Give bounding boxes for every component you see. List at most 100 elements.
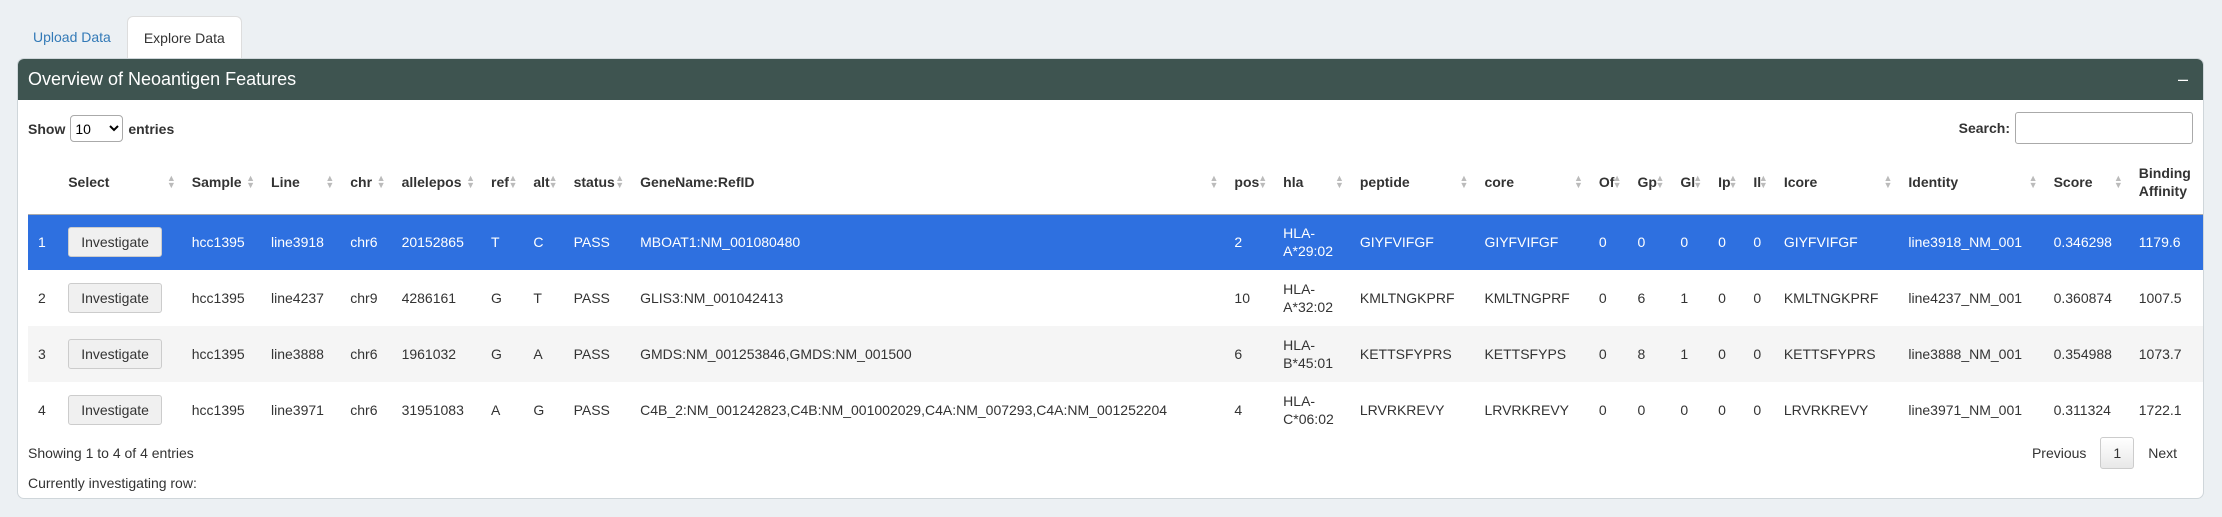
column-header-label: ref (491, 174, 509, 191)
previous-page-button[interactable]: Previous (2018, 437, 2100, 469)
cell-identity: line3888_NM_001 (1898, 326, 2044, 382)
cell-chr: chr6 (340, 382, 392, 438)
cell-alt: C (523, 214, 564, 270)
investigate-button[interactable]: Investigate (68, 227, 162, 258)
investigate-button[interactable]: Investigate (68, 395, 162, 425)
column-header-label: Line (271, 174, 300, 191)
entries-select[interactable]: 10 (70, 115, 124, 142)
column-header-label: Identity (1908, 174, 1959, 191)
tab-explore-data[interactable]: Explore Data (126, 16, 242, 58)
cell-icore: LRVRKREVY (1773, 382, 1899, 438)
column-header-6[interactable]: ref ▲ ▼ (481, 151, 524, 215)
column-header-7[interactable]: alt ▲ ▼ (523, 151, 564, 215)
cell-status: PASS (563, 214, 631, 270)
cell-of: 0 (1588, 270, 1628, 326)
table-row[interactable]: 4 Investigate hcc1395 line3971 chr6 31951083 A… (28, 382, 2203, 438)
tab-upload-data[interactable]: Upload Data (17, 16, 127, 58)
column-header-10[interactable]: pos ▲ ▼ (1224, 151, 1274, 215)
cell-ba: 1073.7 (2128, 326, 2203, 382)
cell-core: KETTSFYPS (1474, 326, 1589, 382)
cell-peptide: GIYFVIFGF (1349, 214, 1475, 270)
column-header-label: Gp (1637, 174, 1657, 191)
cell-gp: 8 (1627, 326, 1671, 382)
column-header-13[interactable]: core ▲ ▼ (1474, 151, 1589, 215)
cell-line: line3888 (261, 326, 341, 382)
cell-ba: 1007.5 (2128, 270, 2203, 326)
sort-icon: ▲ ▼ (1612, 173, 1622, 191)
column-header-20[interactable]: Identity ▲ ▼ (1898, 151, 2044, 215)
cell-score: 0.311324 (2043, 382, 2129, 438)
column-header-label: Score (2053, 174, 2093, 191)
table-body: 1 Investigate hcc1395 line3918 chr6 20152865 T… (28, 214, 2203, 438)
cell-ref: T (481, 214, 524, 270)
column-header-14[interactable]: Of ▲ ▼ (1588, 151, 1628, 215)
column-header-3[interactable]: Line ▲ ▼ (261, 151, 341, 215)
column-header-label: status (573, 174, 615, 191)
column-header-2[interactable]: Sample ▲ ▼ (181, 151, 262, 215)
cell-il: 0 (1743, 214, 1774, 270)
cell-gp: 0 (1627, 382, 1671, 438)
table-row[interactable]: 3 Investigate hcc1395 line3888 chr6 1961032 G A… (28, 326, 2203, 382)
sort-icon: ▲ ▼ (246, 173, 256, 191)
column-header-16[interactable]: Gl ▲ ▼ (1670, 151, 1709, 215)
column-header-1[interactable]: Select ▲ ▼ (58, 151, 182, 215)
cell-chr: chr6 (340, 214, 392, 270)
cell-gene: GLIS3:NM_001042413 (630, 270, 1225, 326)
cell-gp: 6 (1627, 270, 1671, 326)
column-header-18[interactable]: Il ▲ ▼ (1743, 151, 1774, 215)
next-page-button[interactable]: Next (2134, 437, 2191, 469)
column-header-label: alt (533, 174, 550, 191)
sort-icon: ▲ ▼ (1334, 173, 1344, 191)
column-header-9[interactable]: GeneName:RefID ▲ ▼ (630, 151, 1225, 215)
collapse-icon[interactable]: – (2173, 69, 2193, 90)
cell-identity: line3971_NM_001 (1898, 382, 2044, 438)
cell-ip: 0 (1708, 382, 1744, 438)
column-header-5[interactable]: allelepos ▲ ▼ (391, 151, 481, 215)
cell-peptide: LRVRKREVY (1349, 382, 1475, 438)
cell-icore: GIYFVIFGF (1773, 214, 1899, 270)
cell-alt: T (523, 270, 564, 326)
column-header-label: GeneName:RefID (640, 174, 755, 191)
column-header-19[interactable]: Icore ▲ ▼ (1773, 151, 1899, 215)
cell-allelepos: 20152865 (391, 214, 481, 270)
column-header-15[interactable]: Gp ▲ ▼ (1627, 151, 1671, 215)
sort-icon: ▲ ▼ (166, 173, 176, 191)
column-header-22[interactable]: Binding Affinity (2128, 151, 2203, 215)
investigate-button[interactable]: Investigate (68, 283, 162, 313)
column-header-8[interactable]: status ▲ ▼ (563, 151, 631, 215)
cell-ref: A (481, 382, 524, 438)
column-header-17[interactable]: Ip ▲ ▼ (1708, 151, 1744, 215)
cell-ip: 0 (1708, 326, 1744, 382)
cell-line: line4237 (261, 270, 341, 326)
table-row[interactable]: 2 Investigate hcc1395 line4237 chr9 4286161 G T… (28, 270, 2203, 326)
page-1-button[interactable]: 1 (2100, 437, 2135, 469)
column-header-11[interactable]: hla ▲ ▼ (1273, 151, 1350, 215)
cell-il: 0 (1743, 382, 1774, 438)
sort-icon: ▲ ▼ (1655, 173, 1665, 191)
search-input[interactable] (2015, 112, 2193, 144)
cell-hla: HLA- A*32:02 (1273, 270, 1350, 326)
cell-n: 1 (28, 214, 59, 270)
cell-sample: hcc1395 (181, 270, 262, 326)
investigate-button[interactable]: Investigate (68, 339, 162, 369)
entries-label: entries (128, 120, 175, 137)
column-header-label: Sample (191, 174, 242, 191)
cell-allelepos: 1961032 (391, 326, 481, 382)
cell-status: PASS (563, 326, 631, 382)
cell-status: PASS (563, 270, 631, 326)
cell-alt: A (523, 326, 564, 382)
column-header-21[interactable]: Score ▲ ▼ (2043, 151, 2129, 215)
column-header-12[interactable]: peptide ▲ ▼ (1349, 151, 1475, 215)
neoantigen-table: Select ▲ ▼ Sample ▲ ▼ Line ▲ ▼ chr ▲ ▼ allelepos ▲ ▼ re… (28, 151, 2203, 438)
column-header-4[interactable]: chr ▲ ▼ (340, 151, 392, 215)
cell-of: 0 (1588, 326, 1628, 382)
cell-gl: 0 (1670, 382, 1709, 438)
table-row[interactable]: 1 Investigate hcc1395 line3918 chr6 20152865 T… (28, 214, 2203, 270)
cell-ba: 1179.6 (2128, 214, 2203, 270)
cell-score: 0.360874 (2043, 270, 2129, 326)
cell-gene: C4B_2:NM_001242823,C4B:NM_001002029,C4A:… (630, 382, 1225, 438)
cell-core: KMLTNGPRF (1474, 270, 1589, 326)
column-header-label: Binding Affinity (2138, 165, 2191, 200)
sort-icon: ▲ ▼ (325, 173, 335, 191)
table-info: Showing 1 to 4 of 4 entries (28, 445, 194, 461)
